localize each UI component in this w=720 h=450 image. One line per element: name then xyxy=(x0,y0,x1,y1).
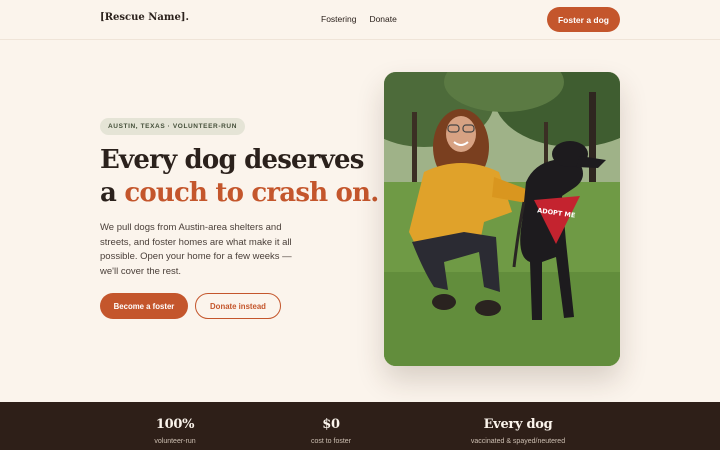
nav-link-donate[interactable]: Donate xyxy=(369,14,396,24)
headline-line-1: Every dog deserves xyxy=(100,145,364,175)
stats-bar: 100% volunteer-run $0 cost to foster Eve… xyxy=(0,402,720,450)
headline-line-2: a couch to crash on. xyxy=(100,177,380,210)
stat-label: vaccinated & spayed/neutered xyxy=(470,438,566,445)
foster-a-dog-button[interactable]: Foster a dog xyxy=(547,7,620,32)
hero-headline: Every dog deserves a couch to crash on. xyxy=(100,144,380,210)
headline-prefix: a xyxy=(100,178,117,208)
stat-vaccinated: Every dog vaccinated & spayed/neutered xyxy=(443,417,593,445)
stat-volunteer: 100% volunteer-run xyxy=(100,417,250,445)
location-badge: AUSTIN, TEXAS · VOLUNTEER-RUN xyxy=(100,118,245,135)
become-a-foster-button[interactable]: Become a foster xyxy=(100,293,188,319)
nav-link-fostering[interactable]: Fostering xyxy=(321,14,356,24)
brand-logo[interactable]: [Rescue Name]. xyxy=(100,12,189,23)
headline-accent: couch to crash on. xyxy=(124,178,379,208)
stat-value: 100% xyxy=(155,417,195,432)
main-nav: Fostering Donate xyxy=(321,14,397,24)
stat-cost: $0 cost to foster xyxy=(256,417,406,445)
donate-instead-button[interactable]: Donate instead xyxy=(195,293,281,319)
stat-label: volunteer-run xyxy=(154,438,196,445)
hero-description: We pull dogs from Austin-area shelters a… xyxy=(100,222,292,277)
stat-label: cost to foster xyxy=(310,438,352,445)
stat-value: $0 xyxy=(322,417,340,432)
woman-with-dog-image: ADOPT ME xyxy=(384,72,620,366)
stat-value: Every dog xyxy=(483,417,553,432)
site-header: [Rescue Name]. Fostering Donate Foster a… xyxy=(0,0,720,40)
hero-photo: ADOPT ME xyxy=(384,72,620,366)
